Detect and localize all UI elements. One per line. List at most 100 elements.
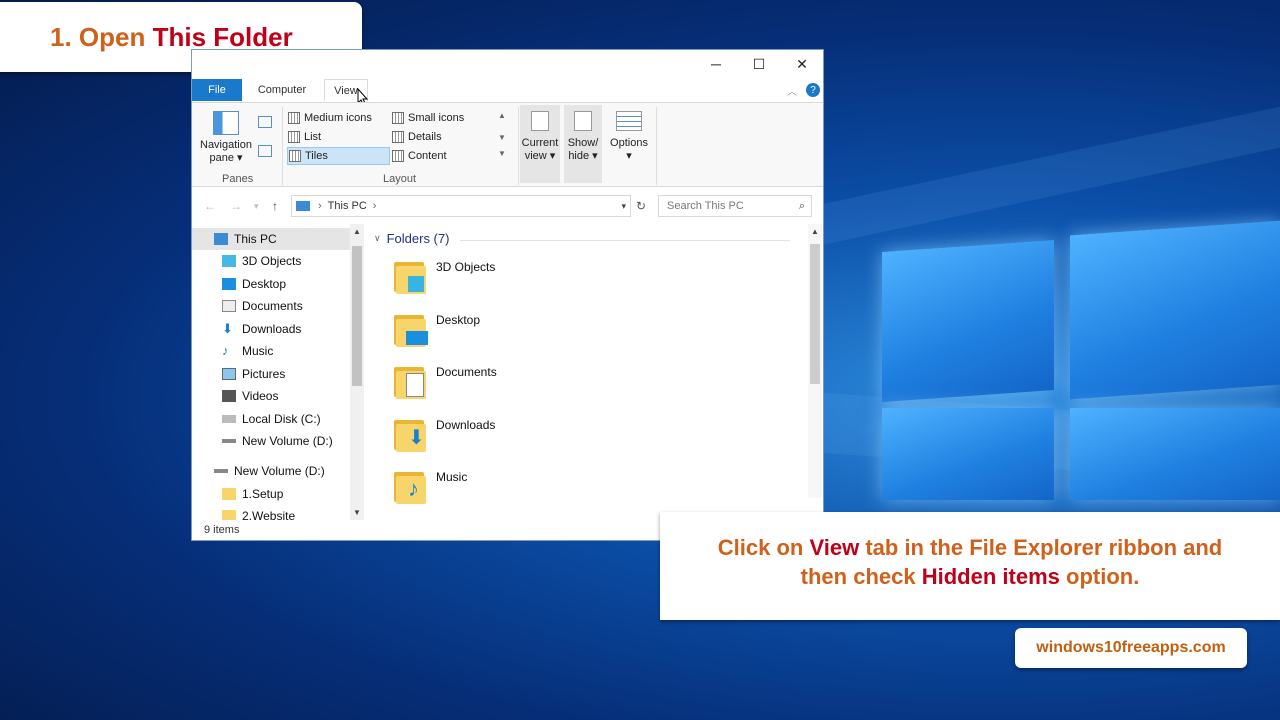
folder-item-music[interactable]: ♪ Music	[392, 468, 467, 516]
sidebar-item-new-volume-root[interactable]: New Volume (D:)	[192, 460, 350, 482]
desktop-icon	[222, 278, 236, 290]
current-view-icon	[531, 111, 549, 131]
layout-details[interactable]: Details	[392, 128, 492, 146]
scroll-down-icon[interactable]: ▼	[350, 508, 364, 517]
minimize-button[interactable]: ─	[694, 50, 738, 78]
layout-content[interactable]: Content	[392, 147, 492, 165]
show-hide-label: Show/	[567, 137, 599, 149]
folder-item-desktop[interactable]: Desktop	[392, 311, 480, 359]
layout-small-icons[interactable]: Small icons	[392, 109, 492, 127]
folder-item-downloads[interactable]: ⬇ Downloads	[392, 416, 495, 464]
sidebar-item-music[interactable]: ♪ Music	[192, 340, 350, 362]
options-button[interactable]: Options ▾	[606, 105, 652, 183]
content-icon	[392, 150, 404, 162]
layout-scroll-down-icon[interactable]: ▼	[498, 133, 506, 142]
back-arrow-icon[interactable]: ←	[204, 199, 216, 213]
current-view-button[interactable]: Current view ▾	[520, 105, 560, 183]
refresh-icon[interactable]: ↻	[636, 199, 646, 213]
step-number: 1.	[50, 21, 72, 52]
maximize-button[interactable]: ☐	[737, 50, 781, 78]
content-pane: ∨ Folders (7) 3D Objects Desktop Documen…	[364, 228, 804, 520]
sidebar-item-documents[interactable]: Documents	[192, 295, 350, 317]
folder-label: Downloads	[436, 418, 496, 432]
folder-item-3d-objects[interactable]: 3D Objects	[392, 258, 495, 306]
sidebar-label: 2.Website	[242, 509, 296, 520]
layout-medium-icons[interactable]: Medium icons	[288, 109, 388, 127]
sidebar-label: Local Disk (C:)	[242, 412, 321, 426]
tiles-icon	[289, 150, 301, 162]
windows-logo-pane	[882, 408, 1054, 500]
list-icon	[288, 131, 300, 143]
show-hide-button[interactable]: Show/ hide ▾	[564, 105, 602, 183]
picture-icon	[222, 368, 236, 380]
drive-icon	[222, 439, 236, 443]
tab-file[interactable]: File	[192, 79, 242, 101]
chevron-down-icon: ∨	[374, 233, 381, 243]
folder-3d-objects-icon	[392, 258, 428, 294]
instruction-view: View	[809, 535, 860, 560]
medium-icons-icon	[288, 112, 300, 124]
step-this-folder: This Folder	[152, 21, 293, 52]
layout-scroll-up-icon[interactable]: ▲	[498, 111, 506, 120]
sidebar-item-desktop[interactable]: Desktop	[192, 273, 350, 295]
layout-item-label: Small icons	[408, 112, 465, 124]
sidebar-item-3d-objects[interactable]: 3D Objects	[192, 250, 350, 272]
windows-logo-pane	[1070, 220, 1280, 400]
sidebar-label: New Volume (D:)	[242, 434, 333, 448]
scroll-up-icon[interactable]: ▲	[808, 227, 822, 236]
details-pane-icon[interactable]	[258, 145, 272, 157]
windows-logo-pane	[1070, 408, 1280, 500]
sidebar-item-pictures[interactable]: Pictures	[192, 363, 350, 385]
drive-icon	[214, 469, 228, 473]
preview-pane-icon[interactable]	[258, 116, 272, 128]
title-bar: ─ ☐ ✕	[192, 50, 823, 78]
scrollbar-thumb[interactable]	[810, 244, 820, 384]
sidebar-label: Music	[242, 344, 274, 358]
scrollbar-thumb[interactable]	[352, 246, 362, 386]
options-icon	[616, 111, 642, 131]
search-input[interactable]: Search This PC ⌕	[658, 195, 812, 217]
sidebar-item-setup[interactable]: 1.Setup	[192, 483, 350, 505]
address-bar-row: ← → ▾ ↑ › This PC › ▾ ↻ Search This PC ⌕	[192, 192, 823, 220]
address-bar[interactable]: › This PC › ▾	[291, 195, 631, 217]
breadcrumb-this-pc[interactable]: This PC	[328, 200, 367, 212]
recent-locations-icon[interactable]: ▾	[254, 201, 259, 212]
collapse-ribbon-icon[interactable]: ︿	[787, 83, 797, 98]
sidebar-item-website[interactable]: 2.Website	[192, 505, 350, 520]
sidebar-scrollbar[interactable]: ▲ ▼	[350, 224, 364, 520]
tab-computer[interactable]: Computer	[248, 79, 316, 101]
up-arrow-icon[interactable]: ↑	[272, 199, 278, 213]
sidebar-label: Downloads	[242, 322, 302, 336]
navigation-pane: This PC 3D Objects Desktop Documents ⬇ Do…	[192, 228, 352, 520]
sidebar-item-this-pc[interactable]: This PC	[192, 228, 350, 250]
sidebar-label: Documents	[242, 299, 303, 313]
site-watermark: windows10freeapps.com	[1015, 628, 1247, 668]
navigation-pane-button[interactable]: Navigation pane ▾	[198, 109, 254, 167]
ribbon: Navigation pane ▾ Panes Medium icons Lis…	[192, 102, 823, 187]
folder-label: Desktop	[436, 313, 481, 327]
sidebar-label: New Volume (D:)	[234, 464, 325, 478]
small-icons-icon	[392, 112, 404, 124]
folders-group-header[interactable]: ∨ Folders (7)	[374, 231, 449, 246]
folder-item-documents[interactable]: Documents	[392, 363, 497, 411]
forward-arrow-icon[interactable]: →	[230, 199, 242, 213]
close-button[interactable]: ✕	[780, 50, 824, 78]
navigation-pane-label: Navigation	[200, 139, 252, 151]
document-icon	[222, 300, 236, 312]
sidebar-item-downloads[interactable]: ⬇ Downloads	[192, 318, 350, 340]
address-dropdown-icon[interactable]: ▾	[621, 201, 626, 212]
details-icon	[392, 131, 404, 143]
instruction-text: tab in the File Explorer ribbon and	[865, 535, 1223, 560]
layout-expand-icon[interactable]: ▼	[498, 149, 506, 158]
sidebar-item-local-disk[interactable]: Local Disk (C:)	[192, 408, 350, 430]
scroll-up-icon[interactable]: ▲	[350, 227, 364, 236]
help-icon[interactable]: ?	[806, 83, 820, 97]
search-icon: ⌕	[798, 199, 805, 212]
layout-tiles[interactable]: Tiles	[287, 147, 390, 165]
content-scrollbar[interactable]: ▲	[808, 224, 822, 498]
sidebar-item-new-volume[interactable]: New Volume (D:)	[192, 430, 350, 452]
sidebar-item-videos[interactable]: Videos	[192, 385, 350, 407]
layout-list[interactable]: List	[288, 128, 388, 146]
show-hide-label-2: hide	[568, 150, 590, 162]
folder-documents-icon	[392, 363, 428, 399]
